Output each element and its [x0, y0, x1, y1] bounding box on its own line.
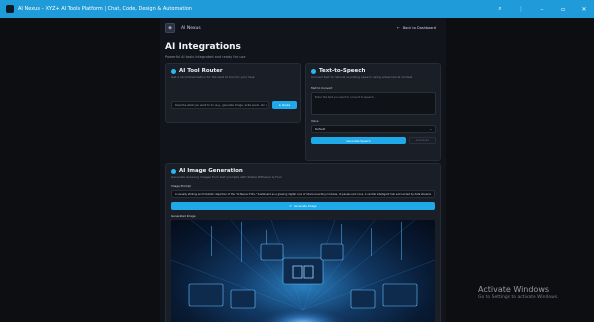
window-titlebar: AI Nexus – XYZ+ AI Tools Platform | Chat… [0, 0, 594, 18]
activation-title: Activate Windows [478, 285, 550, 294]
generate-image-label: Generate Image [293, 204, 317, 208]
generated-image-label: Generated Image [171, 214, 196, 218]
tool-router-card: AI Tool Router Get a recommendation for … [165, 63, 301, 123]
brand-logo-icon: ◈ [165, 23, 175, 33]
back-link-label: Back to Dashboard [402, 26, 436, 30]
tts-subtitle: Convert text to natural sounding speech … [311, 75, 413, 79]
brand[interactable]: ◈ AI Nexus [165, 23, 201, 33]
chevron-down-icon: ⌄ [429, 127, 432, 131]
image-prompt-label: Image Prompt [171, 184, 191, 188]
close-icon[interactable]: ✕ [580, 6, 588, 13]
voice-label: Voice [311, 119, 319, 123]
minimize-icon[interactable]: – [538, 6, 546, 13]
image-icon [171, 168, 176, 174]
back-to-dashboard-link[interactable]: ← Back to Dashboard [397, 26, 436, 30]
brand-name: AI Nexus [181, 25, 201, 31]
router-subtitle: Get a recommendation for the best AI too… [171, 75, 255, 79]
search-icon[interactable]: ⌕ [496, 5, 504, 13]
main-content: ◈ AI Nexus ← Back to Dashboard AI Integr… [160, 18, 446, 322]
app-logo-icon [6, 5, 14, 13]
imggen-subtitle: Generate stunning images from text promp… [171, 175, 282, 179]
router-input-row: Describe what you want to do (e.g., gene… [171, 101, 297, 109]
windows-activation-watermark: Activate Windows Go to Settings to activ… [478, 285, 559, 300]
tts-card-header: Text-to-Speech [311, 68, 435, 74]
voice-select[interactable]: Default ⌄ [311, 125, 436, 133]
image-prompt-input[interactable]: A visually striking and futuristic depic… [171, 190, 435, 198]
route-button[interactable]: ➤ Route [272, 101, 297, 109]
generate-speech-button[interactable]: Generate Speech [311, 137, 406, 144]
more-icon[interactable]: ⋮ [517, 6, 525, 13]
window-title: AI Nexus – XYZ+ AI Tools Platform | Chat… [18, 6, 192, 12]
imggen-card-header: AI Image Generation [171, 168, 435, 174]
page-subtitle: Powerful AI tools integrated and ready f… [165, 55, 246, 59]
router-input[interactable]: Describe what you want to do (e.g., gene… [171, 101, 269, 109]
router-title: AI Tool Router [179, 68, 223, 74]
voice-select-value: Default [315, 127, 326, 131]
send-icon: ➤ [278, 103, 282, 107]
route-button-label: Route [282, 103, 291, 107]
tts-card: Text-to-Speech Convert text to natural s… [305, 63, 441, 161]
tts-text-input[interactable]: Enter the text you want to convert to sp… [311, 92, 436, 115]
download-button[interactable]: Download [409, 137, 436, 144]
generate-image-button[interactable]: ⟳ Generate Image [171, 202, 435, 210]
arrow-left-icon: ← [396, 26, 400, 30]
router-card-header: AI Tool Router [171, 68, 295, 74]
page-title: AI Integrations [165, 42, 241, 52]
router-icon [171, 68, 176, 74]
generated-image-art [171, 220, 435, 322]
imggen-title: AI Image Generation [179, 168, 243, 174]
activation-subtitle: Go to Settings to activate Windows. [478, 295, 559, 300]
speaker-icon [311, 68, 316, 74]
generated-image [171, 220, 435, 322]
refresh-icon: ⟳ [289, 204, 292, 208]
image-generation-card: AI Image Generation Generate stunning im… [165, 163, 441, 322]
tts-text-label: Text to Convert [311, 86, 333, 90]
window-controls: ⌕ ⋮ – ▫ ✕ [496, 5, 588, 13]
tts-title: Text-to-Speech [319, 68, 366, 74]
maximize-icon[interactable]: ▫ [559, 6, 567, 13]
